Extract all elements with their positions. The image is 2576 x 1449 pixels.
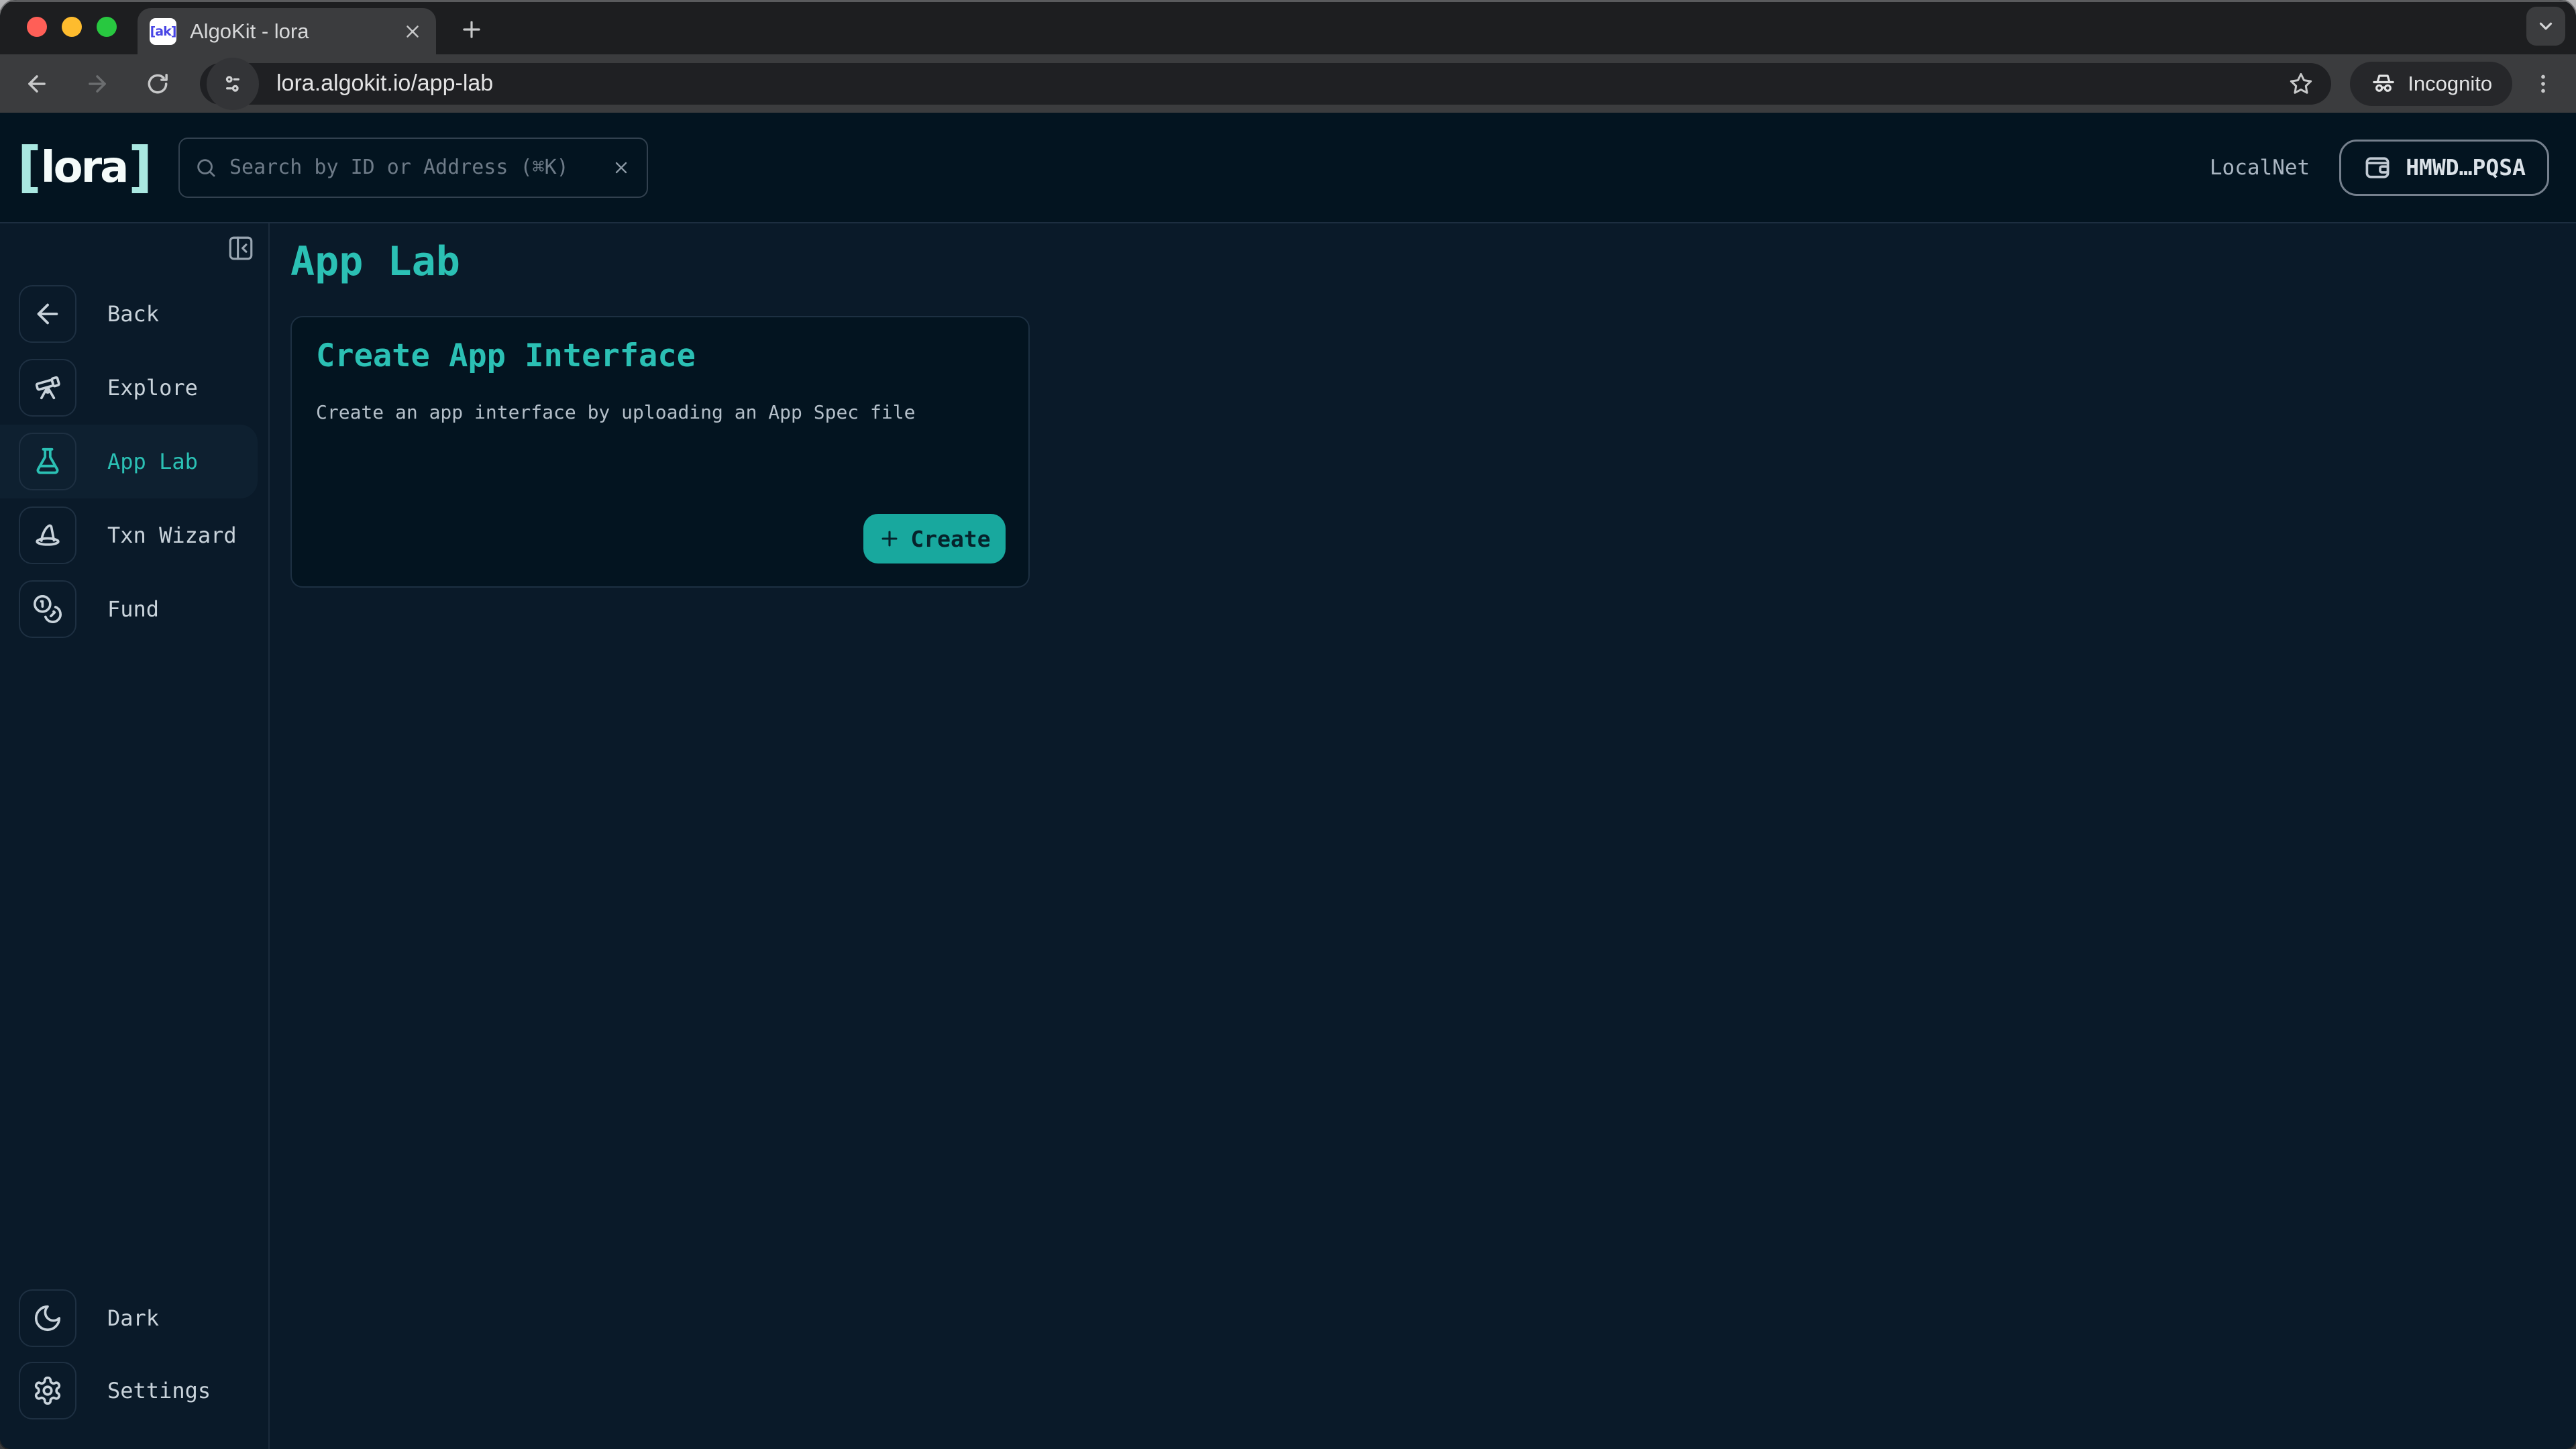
- search-box[interactable]: [178, 138, 648, 198]
- moon-icon: [32, 1303, 63, 1334]
- wallet-button[interactable]: HMWD…PQSA: [2339, 140, 2549, 196]
- sidebar-item-label: Dark: [107, 1305, 159, 1331]
- browser-navbar: lora.algokit.io/app-lab Incognito: [0, 54, 2576, 113]
- create-button[interactable]: Create: [863, 514, 1006, 564]
- arrow-left-icon: [32, 299, 63, 329]
- site-settings-icon[interactable]: [207, 58, 259, 110]
- sidebar: Back Explore App Lab: [0, 223, 270, 1449]
- lora-app: [ lora ] LocalNet HMWD…PQSA: [0, 113, 2576, 1449]
- window-zoom-button[interactable]: [97, 17, 117, 37]
- sidebar-item-label: Txn Wizard: [107, 523, 237, 548]
- app-body: Back Explore App Lab: [0, 223, 2576, 1449]
- sidebar-item-theme-dark[interactable]: Dark: [0, 1289, 268, 1347]
- card-title: Create App Interface: [316, 337, 1004, 374]
- sidebar-item-label: Explore: [107, 375, 198, 400]
- sidebar-item-label: Settings: [107, 1378, 211, 1403]
- coins-icon: [32, 594, 63, 625]
- sidebar-item-txn-wizard[interactable]: Txn Wizard: [0, 506, 268, 564]
- main-content: App Lab Create App Interface Create an a…: [270, 223, 2576, 1449]
- incognito-badge: Incognito: [2350, 62, 2512, 106]
- flask-icon: [32, 446, 63, 477]
- sidebar-item-settings[interactable]: Settings: [0, 1362, 268, 1419]
- browser-menu-icon[interactable]: [2530, 65, 2556, 103]
- sidebar-nav: Back Explore App Lab: [0, 223, 268, 638]
- card-description: Create an app interface by uploading an …: [316, 401, 1004, 423]
- sidebar-item-label: App Lab: [107, 449, 198, 474]
- back-icon[interactable]: [24, 71, 50, 97]
- sidebar-item-fund[interactable]: Fund: [0, 580, 268, 638]
- logo-close-bracket: ]: [128, 140, 150, 195]
- telescope-icon: [32, 372, 63, 403]
- incognito-label: Incognito: [2408, 72, 2492, 96]
- app-header: [ lora ] LocalNet HMWD…PQSA: [0, 113, 2576, 223]
- forward-icon[interactable]: [85, 71, 110, 97]
- window-minimize-button[interactable]: [62, 17, 82, 37]
- window-close-button[interactable]: [27, 17, 47, 37]
- app-logo[interactable]: [ lora ]: [17, 142, 150, 194]
- tab-favicon: [ak]: [150, 18, 176, 45]
- sidebar-item-back[interactable]: Back: [0, 285, 268, 343]
- sidebar-item-label: Fund: [107, 596, 159, 622]
- new-tab-button[interactable]: [451, 9, 492, 50]
- bookmark-star-icon[interactable]: [2288, 71, 2314, 97]
- tab-strip: [ak] AlgoKit - lora: [0, 0, 2576, 54]
- search-icon: [195, 156, 217, 179]
- wallet-address: HMWD…PQSA: [2406, 154, 2526, 180]
- sidebar-footer: Dark Settings: [0, 1289, 268, 1419]
- url-text[interactable]: lora.algokit.io/app-lab: [276, 70, 2288, 97]
- gear-icon: [32, 1375, 63, 1406]
- logo-open-bracket: [: [17, 140, 40, 195]
- sidebar-item-label: Back: [107, 301, 159, 327]
- browser-tab[interactable]: [ak] AlgoKit - lora: [138, 8, 436, 54]
- create-app-interface-card: Create App Interface Create an app inter…: [290, 316, 1030, 588]
- sidebar-collapse-icon[interactable]: [227, 234, 255, 262]
- tab-favicon-text: [ak]: [150, 24, 176, 39]
- tab-search-chevron-button[interactable]: [2526, 7, 2565, 46]
- clear-search-icon[interactable]: [612, 158, 631, 177]
- page-title: App Lab: [290, 239, 2576, 284]
- incognito-icon: [2370, 70, 2397, 97]
- search-input[interactable]: [229, 156, 612, 179]
- tab-title: AlgoKit - lora: [190, 19, 402, 44]
- traffic-lights: [27, 17, 117, 37]
- network-label[interactable]: LocalNet: [2210, 156, 2310, 180]
- sidebar-item-explore[interactable]: Explore: [0, 359, 268, 417]
- url-bar[interactable]: lora.algokit.io/app-lab: [200, 63, 2331, 105]
- sidebar-item-app-lab[interactable]: App Lab: [0, 433, 268, 490]
- browser-window: [ak] AlgoKit - lora lora.algok: [0, 0, 2576, 1449]
- wizard-hat-icon: [32, 520, 63, 551]
- wallet-icon: [2363, 153, 2392, 182]
- logo-name: lora: [40, 146, 129, 189]
- create-button-label: Create: [910, 526, 990, 552]
- reload-icon[interactable]: [145, 71, 170, 97]
- tab-close-icon[interactable]: [402, 21, 423, 42]
- plus-icon: [878, 527, 901, 550]
